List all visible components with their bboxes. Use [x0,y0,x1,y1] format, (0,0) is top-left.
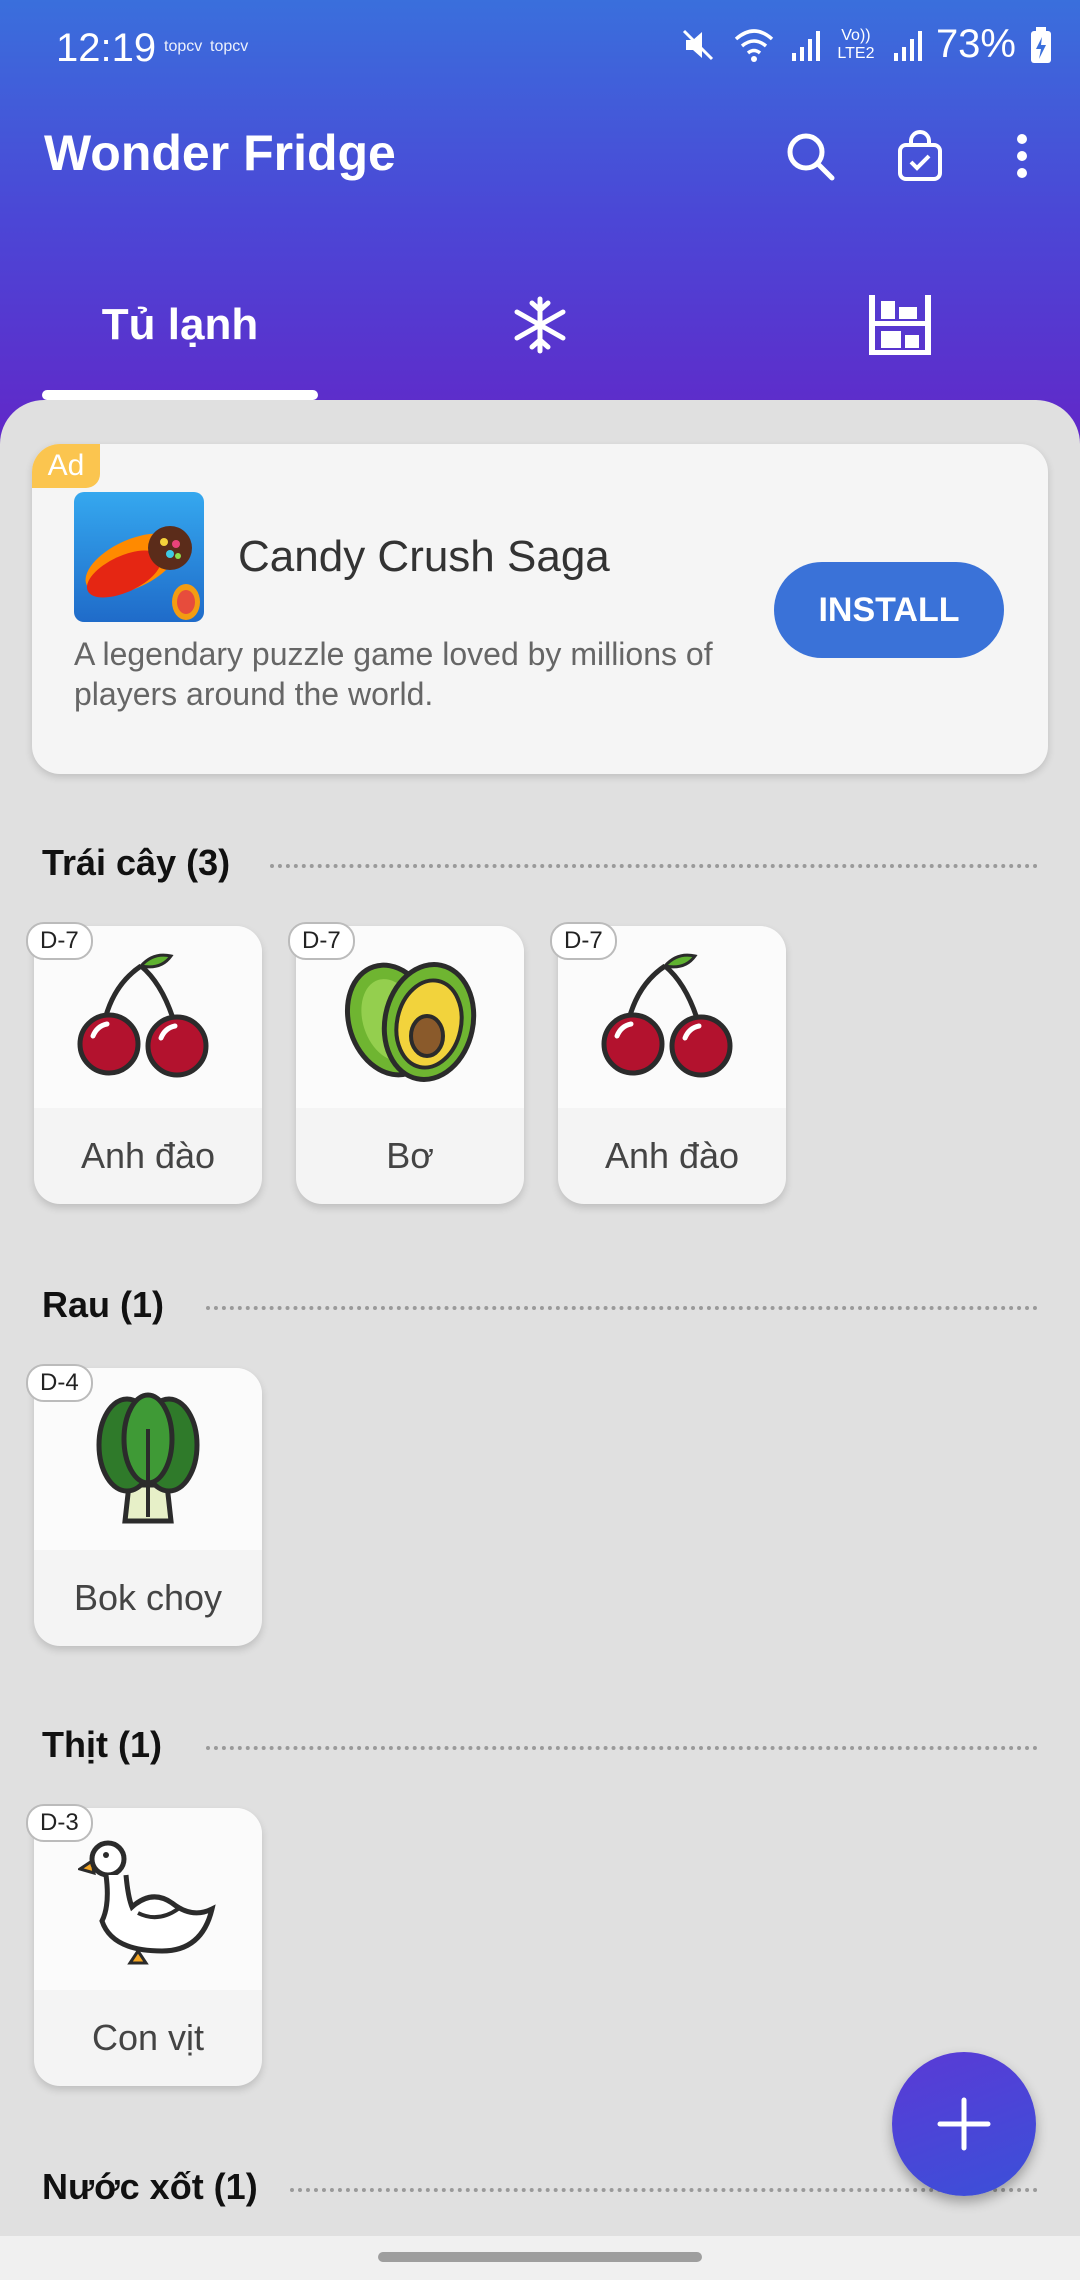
expiry-badge: D-4 [26,1364,93,1402]
wifi-icon [734,28,774,62]
plus-icon [937,2097,991,2151]
tab-pantry[interactable] [762,270,1038,380]
expiry-badge: D-7 [550,922,617,960]
pantry-shelf-icon [869,295,931,355]
section-title-meat: Thịt (1) [42,1724,162,1765]
item-name: Bơ [386,1135,434,1176]
more-vert-icon [1017,134,1027,178]
notification-label: topcv [164,38,203,55]
search-icon [787,133,835,181]
section-title-fruits: Trái cây (3) [42,842,231,883]
expiry-badge: D-3 [26,1804,93,1842]
ad-card[interactable]: Ad Candy Crush Saga A legendary puzzle g… [32,444,1048,774]
signal-icon [791,30,820,61]
tab-fridge[interactable]: Tủ lạnh [42,270,318,380]
avocado-icon [344,962,477,1082]
cherry-icon [77,953,209,1078]
status-bar: 12:19 topcv topcv Vo)) LTE2 73% [0,0,1080,100]
volte-label: Vo)) LTE2 [837,26,875,62]
item-name: Anh đào [604,1135,740,1176]
more-options-button[interactable] [996,128,1048,184]
food-item-card[interactable]: Bok choy [34,1368,262,1646]
candy-crush-app-icon [74,492,204,622]
expiry-badge: D-7 [26,922,93,960]
search-button[interactable] [782,128,838,184]
battery-icon [1031,26,1051,63]
expiry-badge: D-7 [288,922,355,960]
ad-description: A legendary puzzle game loved by million… [74,636,713,712]
food-item-card[interactable]: Anh đào [558,926,786,1204]
section-title-sauces: Nước xốt (1) [42,2166,258,2207]
mute-icon [682,29,713,60]
tab-freezer[interactable] [402,270,678,380]
item-name: Con vịt [91,2017,205,2058]
section-divider [206,1746,1038,1750]
food-item-card[interactable]: Con vịt [34,1808,262,2086]
shopping-bag-icon [898,130,942,181]
section-title-vegetables: Rau (1) [42,1284,165,1325]
notification-label: topcv [210,38,249,55]
section-divider [270,864,1038,868]
snowflake-icon [514,296,566,354]
install-button[interactable]: INSTALL [774,562,1004,658]
section-divider [290,2188,1038,2192]
item-name: Bok choy [73,1577,223,1618]
duck-icon [78,1840,216,1965]
ad-title: Candy Crush Saga [238,532,610,581]
tab-fridge-label: Tủ lạnh [101,300,259,349]
tab-indicator [42,390,318,400]
item-name: Anh đào [80,1135,216,1176]
bok-choy-icon [96,1392,200,1524]
food-item-card[interactable]: Anh đào [34,926,262,1204]
home-gesture-handle[interactable] [378,2252,702,2262]
food-item-card[interactable]: Bơ [296,926,524,1204]
battery-percent: 73% [935,22,1016,66]
signal-icon [893,30,922,61]
section-divider [206,1306,1038,1310]
add-item-button[interactable] [892,2052,1036,2196]
ad-badge: Ad [32,444,100,488]
cherry-icon [601,953,733,1078]
shopping-bag-button[interactable] [892,128,948,184]
app-title: Wonder Fridge [44,125,396,181]
status-time: 12:19 [56,26,157,70]
